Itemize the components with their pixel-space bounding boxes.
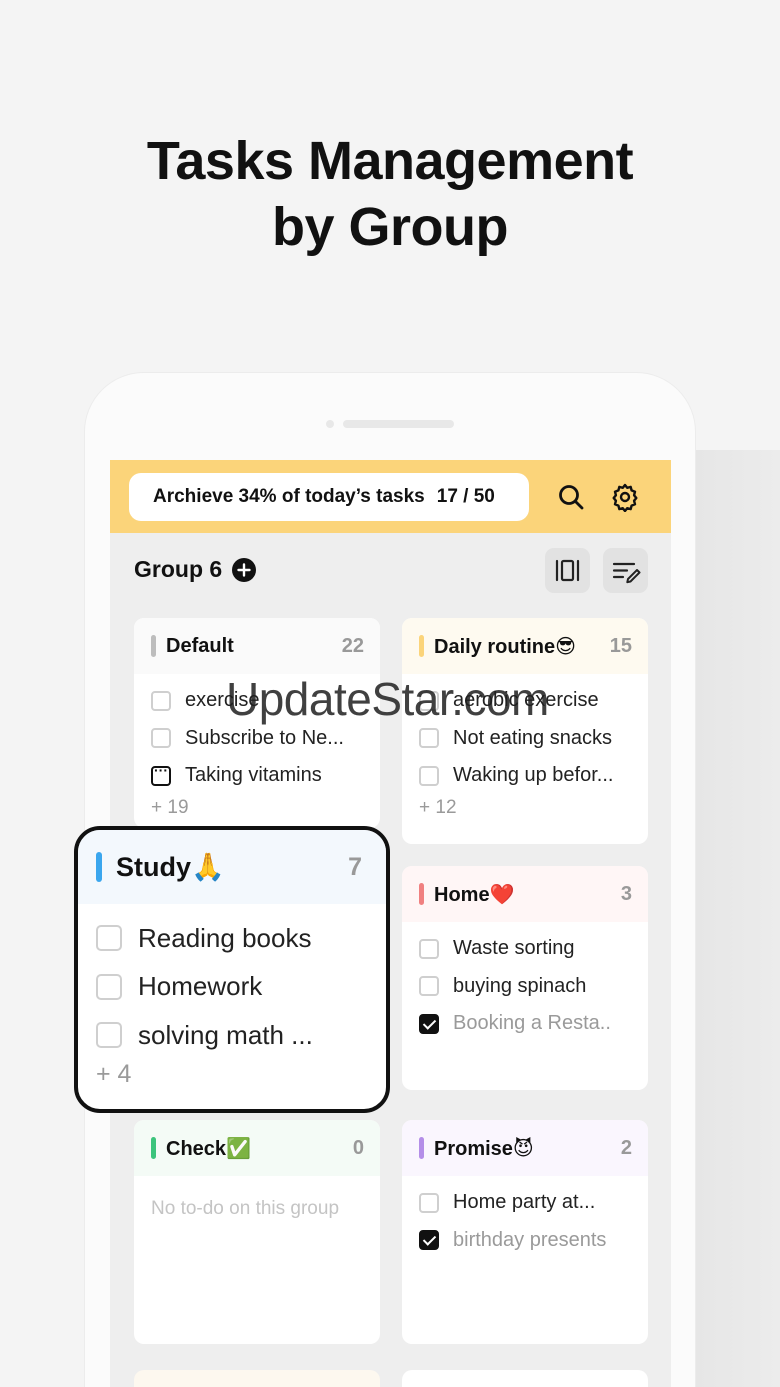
task-label: solving math ... [138, 1019, 313, 1050]
task-item[interactable]: solving math ... [96, 1011, 386, 1060]
task-item[interactable]: Home party at... [419, 1184, 648, 1222]
task-item[interactable]: Waking up befor... [419, 757, 648, 795]
watermark: UpdateStar.com [226, 673, 549, 725]
color-bar [419, 883, 424, 905]
more-count[interactable]: + 12 [419, 797, 648, 819]
top-bar: Archieve 34% of today’s tasks 17 / 50 [110, 460, 671, 533]
task-label: Subscribe to Ne... [185, 726, 344, 749]
task-item[interactable]: Reading books [96, 914, 386, 963]
progress-count: 17 / 50 [436, 486, 495, 507]
group-card-study-highlighted[interactable]: Study🙏 7 Reading books Homework solving … [74, 826, 390, 1113]
group-card-partial[interactable] [134, 1370, 380, 1387]
group-card-daily-routine[interactable]: Daily routine😎 15 aerobic exercise Not e… [402, 618, 648, 844]
checkbox[interactable] [151, 690, 171, 711]
camera-dot [326, 420, 334, 428]
task-label: Home party at... [453, 1191, 596, 1214]
card-count: 2 [620, 1136, 632, 1159]
card-count: 22 [341, 634, 364, 657]
task-label: Homework [138, 971, 263, 1002]
edit-list-icon[interactable] [603, 548, 648, 593]
task-item[interactable]: Homework [96, 963, 386, 1012]
checkbox[interactable] [96, 925, 122, 952]
gear-icon[interactable] [610, 482, 640, 513]
checkbox[interactable] [96, 1022, 122, 1049]
card-header: Daily routine😎 15 [402, 618, 648, 674]
group-card-partial[interactable] [402, 1370, 648, 1387]
checkbox[interactable] [419, 765, 439, 786]
task-item[interactable]: Waste sorting [419, 930, 648, 968]
card-header: Check✅ 0 [134, 1120, 380, 1176]
task-item-done[interactable]: Booking a Resta.. [419, 1005, 648, 1043]
group-card-home[interactable]: Home❤️ 3 Waste sorting buying spinach Bo… [402, 866, 648, 1090]
pending-checkbox-icon[interactable] [151, 762, 171, 786]
task-label: Waking up befor... [453, 764, 614, 787]
checkbox[interactable] [151, 728, 171, 749]
task-label: Reading books [138, 922, 312, 953]
more-count[interactable]: + 4 [96, 1060, 386, 1089]
progress-pill[interactable]: Archieve 34% of today’s tasks 17 / 50 [129, 473, 529, 521]
card-name: Daily routine😎 [434, 635, 576, 658]
task-label: Not eating snacks [453, 726, 612, 749]
task-label: birthday presents [453, 1228, 607, 1251]
column-view-icon[interactable] [545, 548, 590, 593]
group-card-promise[interactable]: Promise😈 2 Home party at... birthday pre… [402, 1120, 648, 1344]
add-group-icon[interactable] [232, 558, 256, 582]
speaker-bar [343, 420, 454, 428]
card-count: 7 [348, 852, 362, 881]
task-label: Waste sorting [453, 937, 575, 960]
card-header: Study🙏 7 [78, 830, 386, 904]
progress-text: Archieve 34% of today’s tasks [153, 486, 425, 507]
card-header: Home❤️ 3 [402, 866, 648, 922]
card-header: Default 22 [134, 618, 380, 674]
card-header: Promise😈 2 [402, 1120, 648, 1176]
headline-line-2: by Group [272, 197, 509, 257]
card-name: Home❤️ [434, 883, 515, 906]
card-name: Default [166, 634, 234, 657]
card-count: 0 [352, 1136, 364, 1159]
checkbox[interactable] [96, 973, 122, 1000]
task-item[interactable]: buying spinach [419, 968, 648, 1006]
empty-state-text: No to-do on this group [151, 1198, 340, 1219]
card-count: 15 [609, 634, 632, 657]
task-label: buying spinach [453, 974, 587, 997]
task-label: Booking a Resta.. [453, 1012, 611, 1035]
checked-checkbox-icon[interactable] [419, 1230, 439, 1251]
color-bar [151, 635, 156, 657]
checkbox[interactable] [419, 728, 439, 749]
checked-checkbox-icon[interactable] [419, 1013, 439, 1034]
card-count: 3 [620, 882, 632, 905]
task-item-done[interactable]: birthday presents [419, 1222, 648, 1260]
card-name: Promise😈 [434, 1137, 534, 1160]
color-bar [151, 1137, 156, 1159]
group-title[interactable]: Group 6 [134, 556, 222, 583]
task-label: Taking vitamins [185, 764, 322, 787]
headline: Tasks Management by Group [0, 128, 780, 260]
more-count[interactable]: + 19 [151, 797, 380, 819]
color-bar [96, 852, 102, 882]
checkbox[interactable] [419, 938, 439, 959]
headline-line-1: Tasks Management [146, 131, 634, 191]
checkbox[interactable] [419, 976, 439, 997]
group-card-check[interactable]: Check✅ 0 No to-do on this group [134, 1120, 380, 1344]
phone-shadow [695, 450, 780, 1387]
checkbox[interactable] [419, 1192, 439, 1213]
card-name: Study🙏 [116, 852, 225, 882]
color-bar [419, 1137, 424, 1159]
card-name: Check✅ [166, 1137, 251, 1160]
task-item[interactable]: Taking vitamins [151, 757, 380, 795]
color-bar [419, 635, 424, 657]
search-icon[interactable] [556, 482, 586, 512]
